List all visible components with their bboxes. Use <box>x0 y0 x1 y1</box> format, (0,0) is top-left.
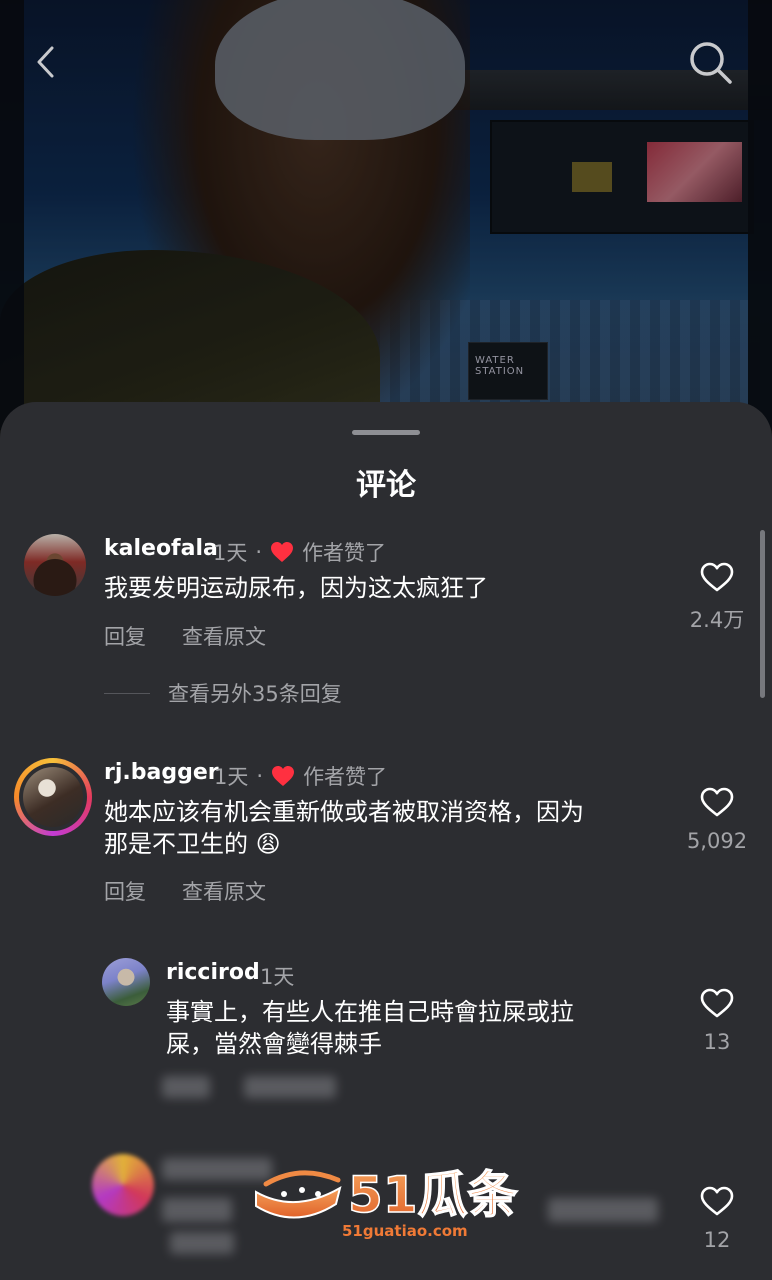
view-more-replies-label: 查看另外35条回复 <box>168 682 342 706</box>
avatar[interactable] <box>24 534 86 596</box>
author-heart-icon <box>272 766 295 786</box>
chevron-left-icon <box>37 46 54 78</box>
comment-time: 1天 <box>260 965 295 989</box>
sheet-title: 评论 <box>356 468 416 503</box>
blurred-comment-text <box>170 1232 234 1254</box>
search-icon <box>690 42 732 84</box>
like-column: 12 <box>672 1186 762 1252</box>
author-heart-icon <box>271 542 294 562</box>
comment-text: 我要发明运动尿布，因为这太疯狂了 <box>104 574 488 602</box>
view-more-replies[interactable]: 查看另外35条回复 <box>104 678 342 708</box>
like-count: 5,092 <box>686 829 748 853</box>
comment-meta: 1天 · 作者赞了 <box>214 761 387 791</box>
divider-line <box>104 692 150 694</box>
comment-username[interactable]: rj.bagger <box>104 760 219 785</box>
author-liked-label: 作者赞了 <box>302 541 387 565</box>
comment-text: 她本应该有机会重新做或者被取消资格，因为 那是不卫生的 😩 <box>104 798 584 858</box>
like-count: 12 <box>703 1228 731 1252</box>
reply-button[interactable]: 回复 <box>104 876 146 906</box>
comment-time: 1天 <box>213 541 248 565</box>
meta-separator: · <box>256 764 264 788</box>
heart-icon[interactable] <box>700 1186 734 1216</box>
heart-icon[interactable] <box>700 988 734 1018</box>
comment-time: 1天 <box>214 765 249 789</box>
blurred-comment-text <box>548 1198 658 1222</box>
blurred-see-original <box>244 1076 336 1098</box>
svg-text:51瓜条: 51瓜条 <box>348 1166 518 1224</box>
svg-text:51guatiao.com: 51guatiao.com <box>342 1222 468 1240</box>
blurred-comment-text <box>162 1198 232 1222</box>
author-liked-label: 作者赞了 <box>303 765 388 789</box>
see-original-button[interactable]: 查看原文 <box>182 621 266 651</box>
comment-username[interactable]: kaleofala <box>104 536 218 561</box>
video-player[interactable]: WATER STATION <box>0 0 772 430</box>
comment-username[interactable]: riccirod <box>166 960 260 985</box>
like-count: 2.4万 <box>689 608 745 632</box>
search-button[interactable] <box>684 36 736 88</box>
comment-meta: 1天 · 作者赞了 <box>213 537 386 567</box>
like-column: 13 <box>672 988 762 1054</box>
meta-separator: · <box>255 540 263 564</box>
avatar-story-ring[interactable] <box>92 1154 154 1216</box>
like-count: 13 <box>703 1030 731 1054</box>
reply-button[interactable]: 回复 <box>104 621 146 651</box>
see-original-button[interactable]: 查看原文 <box>182 876 266 906</box>
comment-text: 事實上，有些人在推自己時會拉屎或拉 屎，當然會變得棘手 <box>166 998 574 1058</box>
heart-icon[interactable] <box>700 787 734 817</box>
avatar[interactable] <box>102 958 150 1006</box>
watermark-logo: 51瓜条 51guatiao.com <box>255 1165 518 1240</box>
like-column: 2.4万 <box>672 562 762 634</box>
avatar-story-ring[interactable] <box>14 758 92 836</box>
back-button[interactable] <box>20 36 72 88</box>
blurred-reply-button <box>162 1076 210 1098</box>
heart-icon[interactable] <box>700 562 734 592</box>
like-column: 5,092 <box>672 787 762 853</box>
comment-meta: 1天 <box>260 961 294 991</box>
comments-sheet: 评论 kaleofala 1天 · 作者赞了 我要发明运动尿布，因为这太疯狂了 … <box>0 402 772 1280</box>
avatar <box>23 767 83 827</box>
sheet-drag-handle[interactable] <box>352 430 420 435</box>
